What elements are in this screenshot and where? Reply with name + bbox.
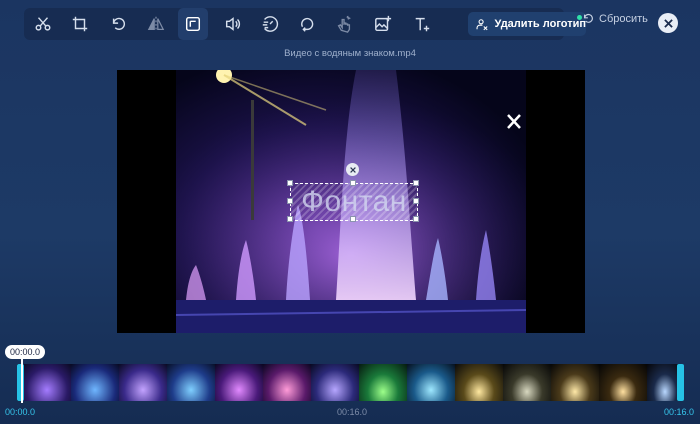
rotate-icon bbox=[112, 17, 125, 30]
add-text-tool-button[interactable] bbox=[407, 8, 437, 40]
timeline-thumbnail bbox=[263, 364, 311, 401]
remove-logo-label: Удалить логотип bbox=[494, 18, 586, 30]
stabilize-tool-button[interactable] bbox=[329, 8, 359, 40]
cut-tool-button[interactable] bbox=[28, 8, 58, 40]
loop-icon bbox=[301, 17, 314, 32]
crop-tool-button[interactable] bbox=[65, 8, 95, 40]
volume-icon bbox=[225, 17, 241, 31]
reset-button[interactable]: Сбросить bbox=[582, 12, 648, 25]
crop-icon bbox=[72, 16, 88, 32]
timeline-thumbnail bbox=[599, 364, 647, 401]
rotate-tool-button[interactable] bbox=[104, 8, 134, 40]
timeline-strip[interactable] bbox=[17, 364, 683, 401]
resize-handle-bottom[interactable] bbox=[350, 216, 356, 222]
timeline-thumbnail bbox=[359, 364, 407, 401]
resize-handle-top[interactable] bbox=[350, 180, 356, 186]
timeline-thumbnail bbox=[311, 364, 359, 401]
timeline-thumbnail bbox=[215, 364, 263, 401]
reset-icon bbox=[584, 13, 593, 23]
loop-tool-button[interactable] bbox=[292, 8, 322, 40]
timeline-thumbnail bbox=[455, 364, 503, 401]
file-name: Видео с водяным знаком.mp4 bbox=[284, 48, 416, 59]
close-button[interactable] bbox=[658, 13, 678, 33]
resize-handle-top-right[interactable] bbox=[413, 180, 419, 186]
timeline-thumbnail bbox=[167, 364, 215, 401]
current-time-badge: 00:00.0 bbox=[5, 345, 46, 359]
resize-handle-bottom-left[interactable] bbox=[287, 216, 293, 222]
volume-tool-button[interactable] bbox=[218, 8, 248, 40]
playhead[interactable] bbox=[21, 359, 23, 403]
add-image-icon bbox=[375, 15, 392, 32]
flip-tool-button[interactable] bbox=[141, 8, 171, 40]
resize-handle-top-left[interactable] bbox=[287, 180, 293, 186]
logo-eraser-icon bbox=[476, 18, 488, 30]
remove-logo-button[interactable]: Удалить логотип bbox=[468, 12, 586, 36]
add-image-tool-button[interactable] bbox=[368, 8, 398, 40]
timeline-mid-label: 00:16.0 bbox=[337, 407, 368, 417]
resize-handle-left[interactable] bbox=[287, 198, 293, 204]
hand-icon bbox=[337, 15, 351, 33]
close-icon bbox=[349, 166, 356, 173]
watermark-select-icon bbox=[185, 16, 201, 32]
timeline-thumbnail bbox=[119, 364, 167, 401]
resize-handle-bottom-right[interactable] bbox=[413, 216, 419, 222]
timeline-thumbnail bbox=[23, 364, 71, 401]
speed-tool-button[interactable] bbox=[255, 8, 285, 40]
remove-logo-tool-button[interactable] bbox=[178, 8, 208, 40]
close-icon bbox=[663, 18, 673, 28]
add-text-icon bbox=[415, 17, 430, 32]
trim-handle-end[interactable] bbox=[677, 364, 684, 401]
resize-handle-right[interactable] bbox=[413, 198, 419, 204]
timeline-thumbnail bbox=[503, 364, 551, 401]
timeline-thumbnail bbox=[407, 364, 455, 401]
reset-label: Сбросить bbox=[599, 12, 648, 25]
toolbar: Удалить логотип bbox=[24, 8, 586, 40]
speed-icon bbox=[262, 16, 279, 32]
timeline-end-label: 00:16.0 bbox=[664, 407, 695, 417]
timeline-thumbnail bbox=[551, 364, 599, 401]
remove-selection-button[interactable] bbox=[346, 163, 359, 176]
flip-icon bbox=[147, 16, 165, 32]
scissors-icon bbox=[35, 17, 51, 31]
timeline-thumbnail bbox=[71, 364, 119, 401]
timeline-start-label: 00:00.0 bbox=[5, 407, 36, 417]
watermark-logo-text: Фонтан bbox=[301, 185, 407, 218]
